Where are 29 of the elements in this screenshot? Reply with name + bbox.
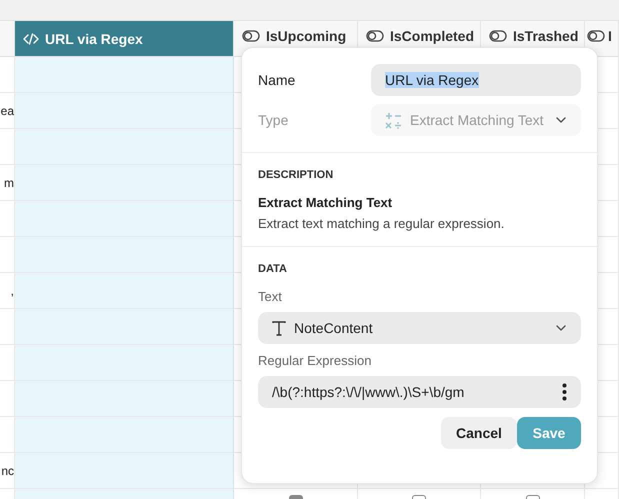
more-icon	[562, 383, 567, 401]
section-heading: DATA	[258, 263, 288, 275]
cancel-button[interactable]: Cancel	[441, 417, 517, 449]
name-field[interactable]: URL via Regex	[371, 64, 581, 96]
column-header[interactable]: URL via Regex	[15, 21, 234, 57]
field-label: Type	[258, 112, 290, 128]
chevron-down-icon	[555, 116, 567, 124]
toggle-icon	[366, 30, 384, 42]
column-title: IsUpcoming	[266, 28, 346, 44]
field-label: Regular Expression	[258, 353, 372, 368]
text-type-icon	[272, 320, 286, 336]
toggle-icon	[489, 30, 507, 42]
column-title: IsTrashed	[513, 28, 578, 44]
section-heading: DESCRIPTION	[258, 169, 334, 181]
column-header[interactable]: I	[585, 21, 619, 57]
column-title: I	[608, 28, 612, 44]
field-label: Name	[258, 72, 296, 88]
text-field-dropdown[interactable]: NoteContent	[258, 312, 581, 344]
code-icon	[23, 32, 39, 46]
chevron-down-icon	[555, 324, 567, 332]
field-label: Text	[258, 289, 283, 304]
math-operators-icon	[385, 112, 402, 128]
description-title: Extract Matching Text	[258, 195, 394, 210]
description-text: Extract text matching a regular expression.	[258, 216, 506, 231]
regex-input[interactable]: /\b(?:https?:\/\/|www\.)\S+\b/gm	[258, 376, 581, 408]
column-title: URL via Regex	[45, 30, 143, 46]
toggle-icon	[587, 30, 605, 42]
toggle-icon	[242, 30, 260, 42]
column-title: IsCompleted	[390, 28, 474, 44]
